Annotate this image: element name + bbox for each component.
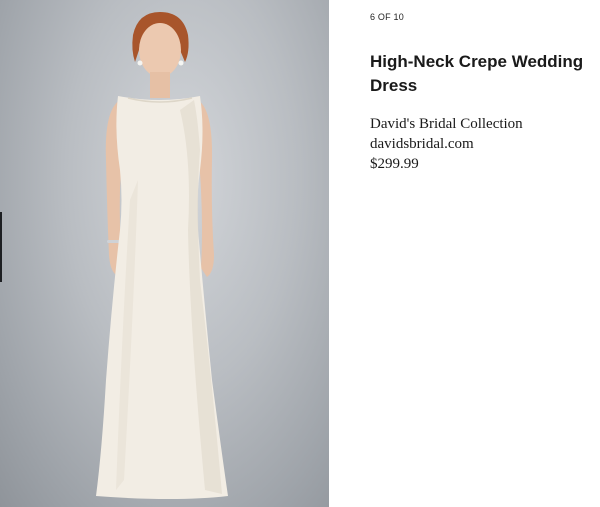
slide-counter: 6 OF 10: [370, 12, 404, 22]
product-collection: David's Bridal Collection: [370, 116, 523, 132]
model-photo-illustration: [96, 12, 228, 499]
product-source-link[interactable]: davidsbridal.com: [370, 134, 592, 154]
product-meta: David's Bridal Collection davidsbridal.c…: [370, 114, 592, 174]
product-price: $299.99: [370, 156, 419, 172]
image-edge-shadow: [0, 212, 2, 282]
product-slide: 6 OF 10 High-Neck Crepe Wedding Dress Da…: [0, 0, 600, 507]
product-title[interactable]: High-Neck Crepe Wedding Dress: [370, 50, 592, 98]
product-image[interactable]: [0, 0, 329, 507]
